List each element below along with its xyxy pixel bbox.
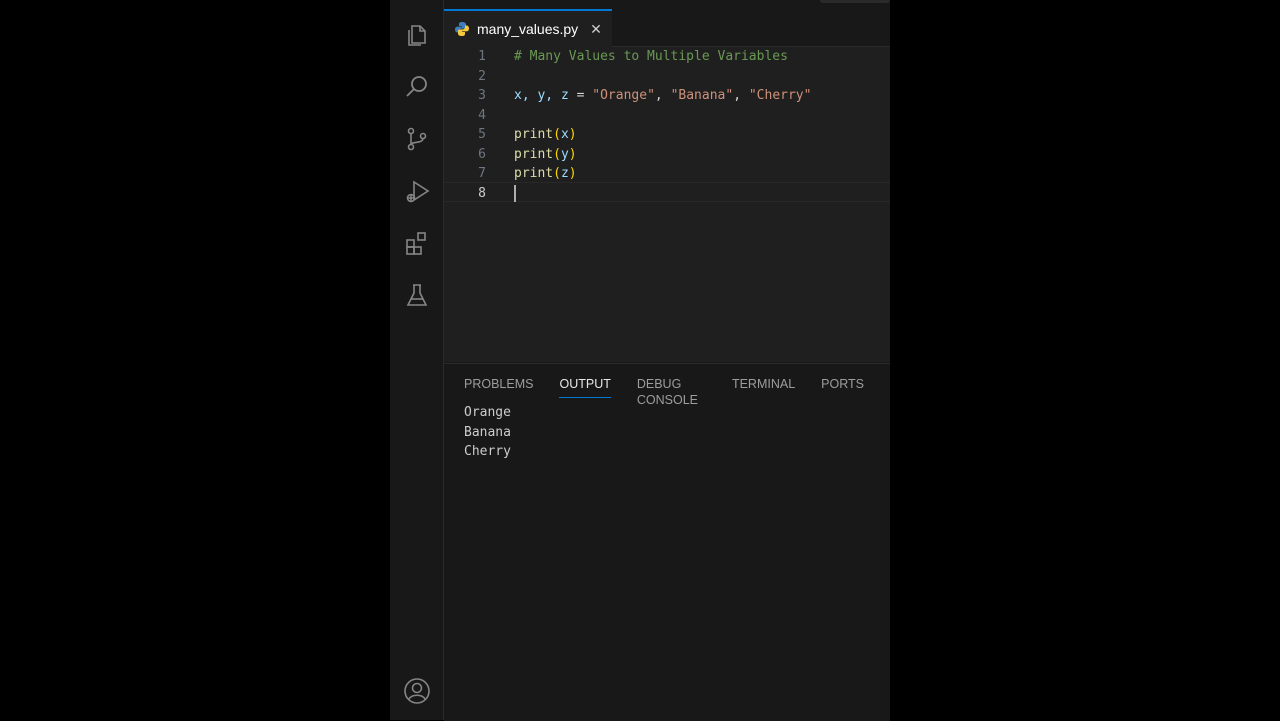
line-number: 4 <box>478 107 486 123</box>
code-line: 7 print(z) <box>444 164 890 184</box>
code-editor[interactable]: 1 # Many Values to Multiple Variables 2 … <box>444 47 890 362</box>
comment-text: # Many Values to Multiple Variables <box>514 49 788 64</box>
code-line: 4 <box>444 106 890 126</box>
explorer-icon[interactable] <box>390 11 443 59</box>
function-name: print <box>514 166 554 181</box>
function-name: print <box>514 146 554 162</box>
extensions-icon[interactable] <box>390 219 443 267</box>
close-icon[interactable]: ✕ <box>590 21 602 38</box>
tab-terminal[interactable]: TERMINAL <box>732 376 795 398</box>
account-icon[interactable] <box>390 667 443 715</box>
current-line-highlight <box>444 182 890 202</box>
code-line: 3 x, y, z = "Orange", "Banana", "Cherry" <box>444 86 890 106</box>
line-number: 1 <box>478 49 486 64</box>
code-line: 6 print(y) <box>444 145 890 165</box>
tab-filename: many_values.py <box>477 21 579 37</box>
string-literal: "Banana" <box>670 88 734 103</box>
panel-tabs: PROBLEMS OUTPUT DEBUG CONSOLE TERMINAL P… <box>464 376 890 407</box>
testing-icon[interactable] <box>390 271 443 319</box>
string-literal: "Cherry" <box>748 88 812 103</box>
python-file-icon <box>455 22 469 36</box>
tab-output[interactable]: OUTPUT <box>559 376 612 398</box>
line-number: 2 <box>478 68 486 84</box>
code-line: 1 # Many Values to Multiple Variables <box>444 47 890 67</box>
text-cursor <box>514 185 516 202</box>
line-number: 5 <box>478 127 486 142</box>
tab-many-values-py[interactable]: many_values.py ✕ <box>444 9 612 47</box>
output-line: Orange <box>464 405 511 420</box>
source-control-icon[interactable] <box>390 115 443 163</box>
output-content[interactable]: Orange Banana Cherry <box>464 403 511 462</box>
editor-tab-bar: many_values.py ✕ <box>444 9 890 47</box>
function-name: print <box>514 127 554 142</box>
assign-targets: x, y, z <box>514 88 569 103</box>
code-line: 5 print(x) <box>444 125 890 145</box>
search-icon[interactable] <box>390 63 443 111</box>
argument: z <box>560 166 569 181</box>
line-number: 6 <box>478 146 486 162</box>
line-number: 7 <box>478 166 486 181</box>
vscode-window: many_values.py ✕ 1 # Many Values to Mult… <box>390 0 890 721</box>
line-number: 3 <box>478 88 486 103</box>
activity-bar <box>390 0 444 720</box>
output-line: Cherry <box>464 444 511 459</box>
bottom-panel: PROBLEMS OUTPUT DEBUG CONSOLE TERMINAL P… <box>444 363 890 721</box>
title-strip <box>390 0 890 9</box>
code-line: 2 <box>444 67 890 87</box>
tab-ports[interactable]: PORTS <box>821 376 864 398</box>
tab-problems[interactable]: PROBLEMS <box>464 376 533 398</box>
output-line: Banana <box>464 424 511 440</box>
argument: y <box>560 146 569 162</box>
argument: x <box>560 127 569 142</box>
string-literal: "Orange" <box>592 88 655 103</box>
tab-debug-console[interactable]: DEBUG CONSOLE <box>637 376 706 407</box>
run-debug-icon[interactable] <box>390 167 443 215</box>
